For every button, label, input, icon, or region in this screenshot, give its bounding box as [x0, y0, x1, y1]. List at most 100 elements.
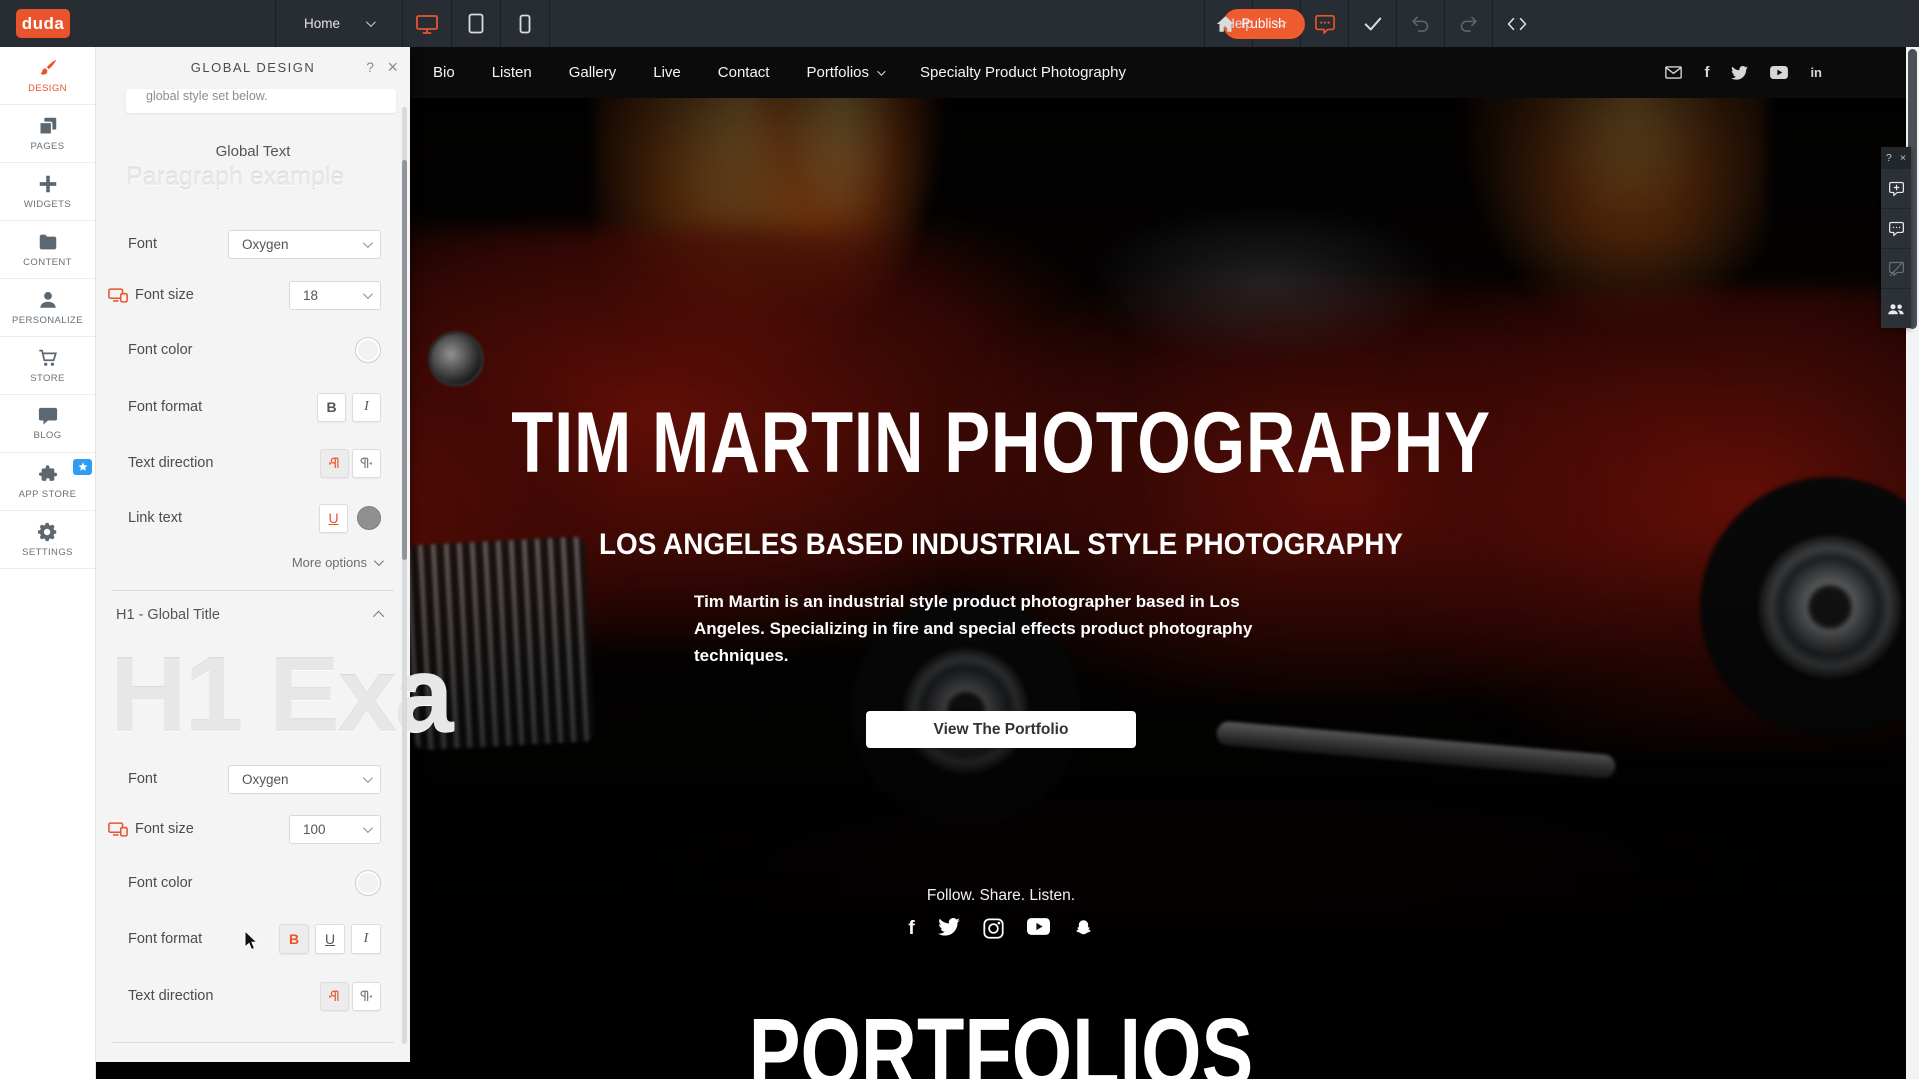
page-selector-dropdown[interactable]: Home — [275, 0, 402, 47]
h1-font-color-swatch[interactable] — [355, 870, 381, 896]
divider — [112, 1042, 394, 1043]
h1-text-direction-buttons — [320, 982, 381, 1011]
sidebar-item-design[interactable]: DESIGN — [0, 47, 95, 105]
facebook-icon[interactable]: f — [908, 918, 914, 940]
undo-button[interactable] — [1396, 0, 1444, 47]
bold-button[interactable]: B — [279, 924, 309, 954]
editor-top-bar: duda Home — [0, 0, 1919, 47]
home-icon — [1216, 15, 1235, 33]
sidebar-item-pages[interactable]: PAGES — [0, 105, 95, 163]
add-comment-icon — [1888, 181, 1905, 197]
chevron-down-icon — [363, 289, 373, 299]
panel-header: GLOBAL DESIGN ? × — [96, 47, 410, 87]
nav-item-bio[interactable]: Bio — [433, 64, 455, 81]
h1-font-select[interactable]: Oxygen — [228, 765, 381, 794]
redo-icon — [1458, 15, 1479, 33]
sidebar-item-settings[interactable]: SETTINGS — [0, 511, 95, 569]
font-format-row: Font format B I — [128, 392, 381, 422]
dashboard-home-button[interactable] — [1204, 0, 1245, 47]
nav-item-portfolios[interactable]: Portfolios — [806, 64, 883, 81]
desktop-view-button[interactable] — [402, 0, 451, 47]
chevron-down-icon — [374, 556, 384, 566]
rtl-direction-button[interactable] — [352, 449, 381, 478]
font-label: Font — [128, 236, 157, 252]
font-color-swatch[interactable] — [355, 337, 381, 363]
code-icon — [1506, 16, 1528, 32]
h1-font-size-row: Font size 100 — [128, 814, 381, 844]
font-select[interactable]: Oxygen — [228, 230, 381, 259]
sidebar-item-label: DESIGN — [28, 83, 67, 94]
mobile-view-button[interactable] — [500, 0, 549, 47]
h1-section-header[interactable]: H1 - Global Title — [116, 607, 384, 623]
h1-font-size-select[interactable]: 100 — [289, 815, 381, 844]
font-size-label-text: Font size — [135, 287, 194, 303]
youtube-icon[interactable] — [1027, 918, 1050, 935]
redo-button[interactable] — [1444, 0, 1492, 47]
nav-label: Listen — [492, 64, 532, 81]
responsive-device-icon — [108, 822, 128, 837]
nav-item-live[interactable]: Live — [653, 64, 681, 81]
link-color-swatch[interactable] — [357, 506, 381, 530]
chevron-down-icon — [877, 67, 885, 75]
nav-item-specialty[interactable]: Specialty Product Photography — [920, 64, 1126, 81]
help-icon[interactable]: ? — [1886, 152, 1892, 164]
font-color-row: Font color — [128, 335, 381, 365]
site-nav-social: f in — [1665, 47, 1822, 98]
italic-button[interactable]: I — [352, 393, 381, 422]
twitter-icon[interactable] — [938, 918, 960, 936]
help-icon[interactable]: ? — [366, 59, 374, 75]
ltr-direction-button[interactable] — [320, 982, 349, 1011]
collaborators-icon — [1887, 302, 1905, 316]
link-text-row: Link text U — [128, 503, 381, 533]
nav-item-listen[interactable]: Listen — [492, 64, 532, 81]
panel-scrollbar-thumb[interactable] — [402, 160, 407, 560]
ltr-direction-button[interactable] — [320, 449, 349, 478]
rtl-direction-button[interactable] — [352, 982, 381, 1011]
sidebar-item-widgets[interactable]: WIDGETS — [0, 163, 95, 221]
chevron-down-icon — [363, 773, 373, 783]
hide-comments-button[interactable] — [1881, 248, 1911, 288]
chevron-down-icon — [363, 238, 373, 248]
more-options-link[interactable]: More options — [292, 555, 381, 570]
font-size-select[interactable]: 18 — [289, 281, 381, 310]
font-size-label: Font size — [108, 287, 194, 303]
font-size-value: 100 — [303, 822, 326, 837]
sidebar-item-blog[interactable]: BLOG — [0, 395, 95, 453]
scrolled-note: global style set below. — [126, 89, 396, 113]
link-underline-button[interactable]: U — [319, 504, 348, 533]
sidebar-item-store[interactable]: STORE — [0, 337, 95, 395]
snapchat-icon[interactable] — [1073, 918, 1094, 939]
nav-item-gallery[interactable]: Gallery — [569, 64, 617, 81]
view-portfolio-button[interactable]: View The Portfolio — [866, 711, 1136, 748]
bold-button[interactable]: B — [317, 393, 346, 422]
collaborators-button[interactable] — [1881, 288, 1911, 328]
sidebar-item-app-store[interactable]: APP STORE — [0, 453, 95, 511]
facebook-icon[interactable]: f — [1704, 64, 1709, 81]
new-badge — [73, 459, 92, 475]
approve-button[interactable] — [1348, 0, 1396, 47]
email-icon[interactable] — [1665, 66, 1682, 79]
sidebar-item-label: PAGES — [30, 141, 64, 152]
text-direction-label: Text direction — [128, 455, 213, 471]
dev-mode-button[interactable] — [1492, 0, 1540, 47]
nav-label: Contact — [718, 64, 770, 81]
italic-button[interactable]: I — [351, 924, 381, 954]
tablet-view-button[interactable] — [451, 0, 500, 47]
font-color-label: Font color — [128, 875, 192, 891]
twitter-icon[interactable] — [1731, 66, 1748, 80]
close-icon[interactable]: × — [1900, 152, 1906, 164]
underline-button[interactable]: U — [315, 924, 345, 954]
youtube-icon[interactable] — [1770, 66, 1788, 79]
more-options-label: More options — [292, 555, 367, 570]
nav-item-contact[interactable]: Contact — [718, 64, 770, 81]
duda-logo[interactable]: duda — [16, 9, 70, 38]
add-comment-button[interactable] — [1881, 168, 1911, 208]
h1-section-title: H1 - Global Title — [116, 607, 220, 623]
sidebar-item-personalize[interactable]: PERSONALIZE — [0, 279, 95, 337]
instagram-icon[interactable] — [983, 918, 1004, 939]
close-icon[interactable]: × — [387, 57, 398, 78]
link-text-controls: U — [319, 504, 381, 533]
comments-button[interactable] — [1881, 208, 1911, 248]
linkedin-icon[interactable]: in — [1810, 65, 1822, 80]
sidebar-item-content[interactable]: CONTENT — [0, 221, 95, 279]
